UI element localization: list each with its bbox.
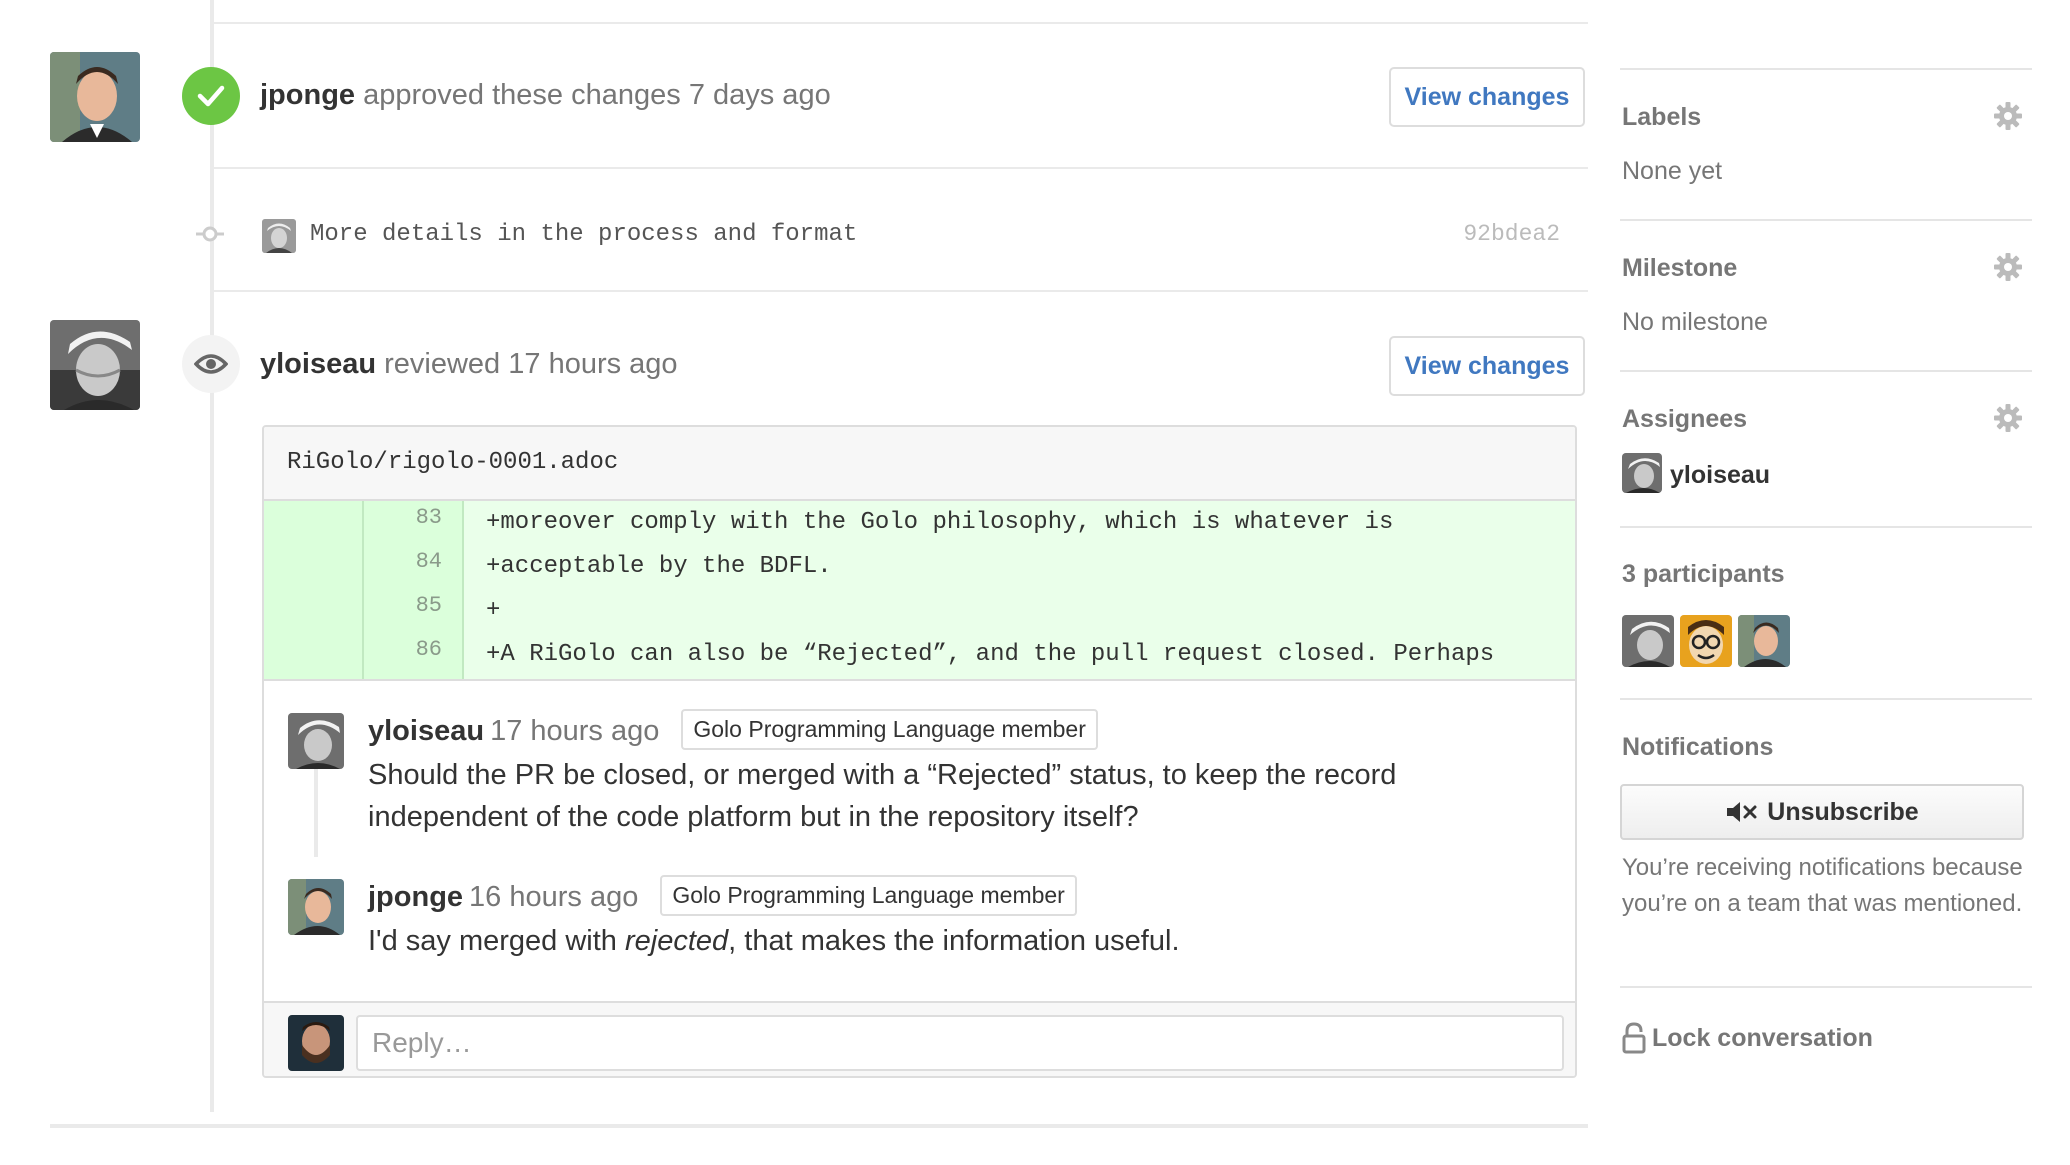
approval-action: approved these changes — [363, 79, 681, 111]
labels-value: None yet — [1622, 157, 1723, 185]
review-action: reviewed — [384, 348, 501, 380]
lock-conversation-label: Lock conversation — [1652, 1023, 1873, 1052]
sidebar-divider — [1620, 370, 2032, 372]
review-time[interactable]: 17 hours ago — [508, 348, 677, 380]
reply-bar — [264, 1001, 1575, 1076]
code-line: + — [486, 597, 501, 624]
milestone-value: No milestone — [1622, 308, 1768, 336]
diff-line: 85 + — [264, 589, 1575, 633]
comment-author[interactable]: yloiseau — [368, 715, 484, 747]
timeline-divider — [212, 167, 1588, 169]
commit-author-avatar[interactable] — [262, 219, 296, 253]
comment-body-emphasis: rejected — [624, 925, 729, 957]
diff-line: 86 +A RiGolo can also be “Rejected”, and… — [264, 633, 1575, 677]
reply-input[interactable] — [356, 1015, 1564, 1071]
code-line: +acceptable by the BDFL. — [486, 553, 832, 580]
assignee-avatar[interactable] — [1622, 453, 1662, 493]
assignees-title: Assignees — [1622, 405, 1748, 433]
reviewed-badge — [182, 335, 240, 393]
diff-line: 83 +moreover comply with the Golo philos… — [264, 501, 1575, 545]
lock-icon — [1622, 1022, 1646, 1054]
view-changes-button[interactable]: View changes — [1389, 67, 1585, 127]
approved-badge — [182, 67, 240, 125]
line-number[interactable]: 84 — [364, 549, 442, 574]
avatar-yloiseau[interactable] — [50, 320, 140, 410]
line-number[interactable]: 85 — [364, 593, 442, 618]
approval-event-text: jponge approved these changes 7 days ago — [260, 79, 831, 112]
participant-avatar-yloiseau[interactable] — [1622, 615, 1674, 667]
participant-avatar-cartoon[interactable] — [1680, 615, 1732, 667]
timeline-divider — [212, 22, 1588, 24]
comment-avatar-jponge[interactable] — [288, 879, 344, 935]
comment-body-text: , that makes the information useful. — [728, 925, 1180, 957]
labels-title: Labels — [1622, 103, 1702, 131]
member-badge: Golo Programming Language member — [660, 875, 1077, 916]
comment-time[interactable]: 16 hours ago — [469, 881, 638, 913]
comment-body: I'd say merged with rejected, that makes… — [368, 920, 1558, 962]
view-changes-button[interactable]: View changes — [1389, 336, 1585, 396]
eye-icon — [194, 354, 228, 374]
timeline-divider — [212, 290, 1588, 292]
notifications-title: Notifications — [1622, 733, 1774, 761]
gear-icon[interactable] — [1993, 403, 2023, 433]
review-comment: jponge 16 hours ago Golo Programming Langu… — [368, 875, 1558, 962]
check-icon — [197, 85, 225, 107]
participant-avatar-jponge[interactable] — [1738, 615, 1790, 667]
unsubscribe-button[interactable]: Unsubscribe — [1620, 784, 2024, 840]
comment-author[interactable]: jponge — [368, 881, 463, 913]
sidebar-divider — [1620, 986, 2032, 988]
commit-icon — [196, 226, 224, 242]
sidebar-divider — [1620, 526, 2032, 528]
sidebar-divider — [1620, 219, 2032, 221]
review-comment: yloiseau 17 hours ago Golo Programming Lan… — [368, 709, 1558, 838]
comment-body-text: I'd say merged with — [368, 925, 625, 957]
diff-line: 84 +acceptable by the BDFL. — [264, 545, 1575, 589]
milestone-title: Milestone — [1622, 254, 1738, 282]
comment-time[interactable]: 17 hours ago — [490, 715, 659, 747]
approval-time[interactable]: 7 days ago — [689, 79, 831, 111]
code-line: +moreover comply with the Golo philosoph… — [486, 509, 1394, 536]
commit-message[interactable]: More details in the process and format — [310, 221, 857, 248]
approval-user[interactable]: jponge — [260, 79, 355, 111]
member-badge: Golo Programming Language member — [681, 709, 1098, 750]
current-user-avatar[interactable] — [288, 1015, 344, 1071]
comment-avatar-yloiseau[interactable] — [288, 713, 344, 769]
sidebar-divider — [1620, 68, 2032, 70]
gear-icon[interactable] — [1993, 101, 2023, 131]
avatar-jponge[interactable] — [50, 52, 140, 142]
notifications-reason: You’re receiving notifications because y… — [1622, 854, 2023, 917]
review-user[interactable]: yloiseau — [260, 348, 376, 380]
review-thread: RiGolo/rigolo-0001.adoc 83 +moreover com… — [262, 425, 1577, 1078]
timeline-end-divider — [50, 1124, 1588, 1128]
assignee-name[interactable]: yloiseau — [1670, 461, 1770, 490]
lock-conversation-link[interactable]: Lock conversation — [1622, 1022, 1873, 1054]
comment-body: Should the PR be closed, or merged with … — [368, 759, 1397, 833]
diff-hunk: 83 +moreover comply with the Golo philos… — [264, 501, 1575, 681]
gear-icon[interactable] — [1993, 252, 2023, 282]
file-path[interactable]: RiGolo/rigolo-0001.adoc — [264, 427, 1575, 501]
line-number[interactable]: 86 — [364, 637, 442, 662]
unsubscribe-label: Unsubscribe — [1767, 797, 1919, 826]
code-line: +A RiGolo can also be “Rejected”, and th… — [486, 641, 1495, 668]
mute-icon — [1727, 802, 1757, 822]
line-number[interactable]: 83 — [364, 505, 442, 530]
sidebar-divider — [1620, 698, 2032, 700]
participants-title: 3 participants — [1622, 560, 1785, 588]
review-event-text: yloiseau reviewed 17 hours ago — [260, 348, 678, 381]
commit-sha[interactable]: 92bdea2 — [1450, 221, 1560, 247]
